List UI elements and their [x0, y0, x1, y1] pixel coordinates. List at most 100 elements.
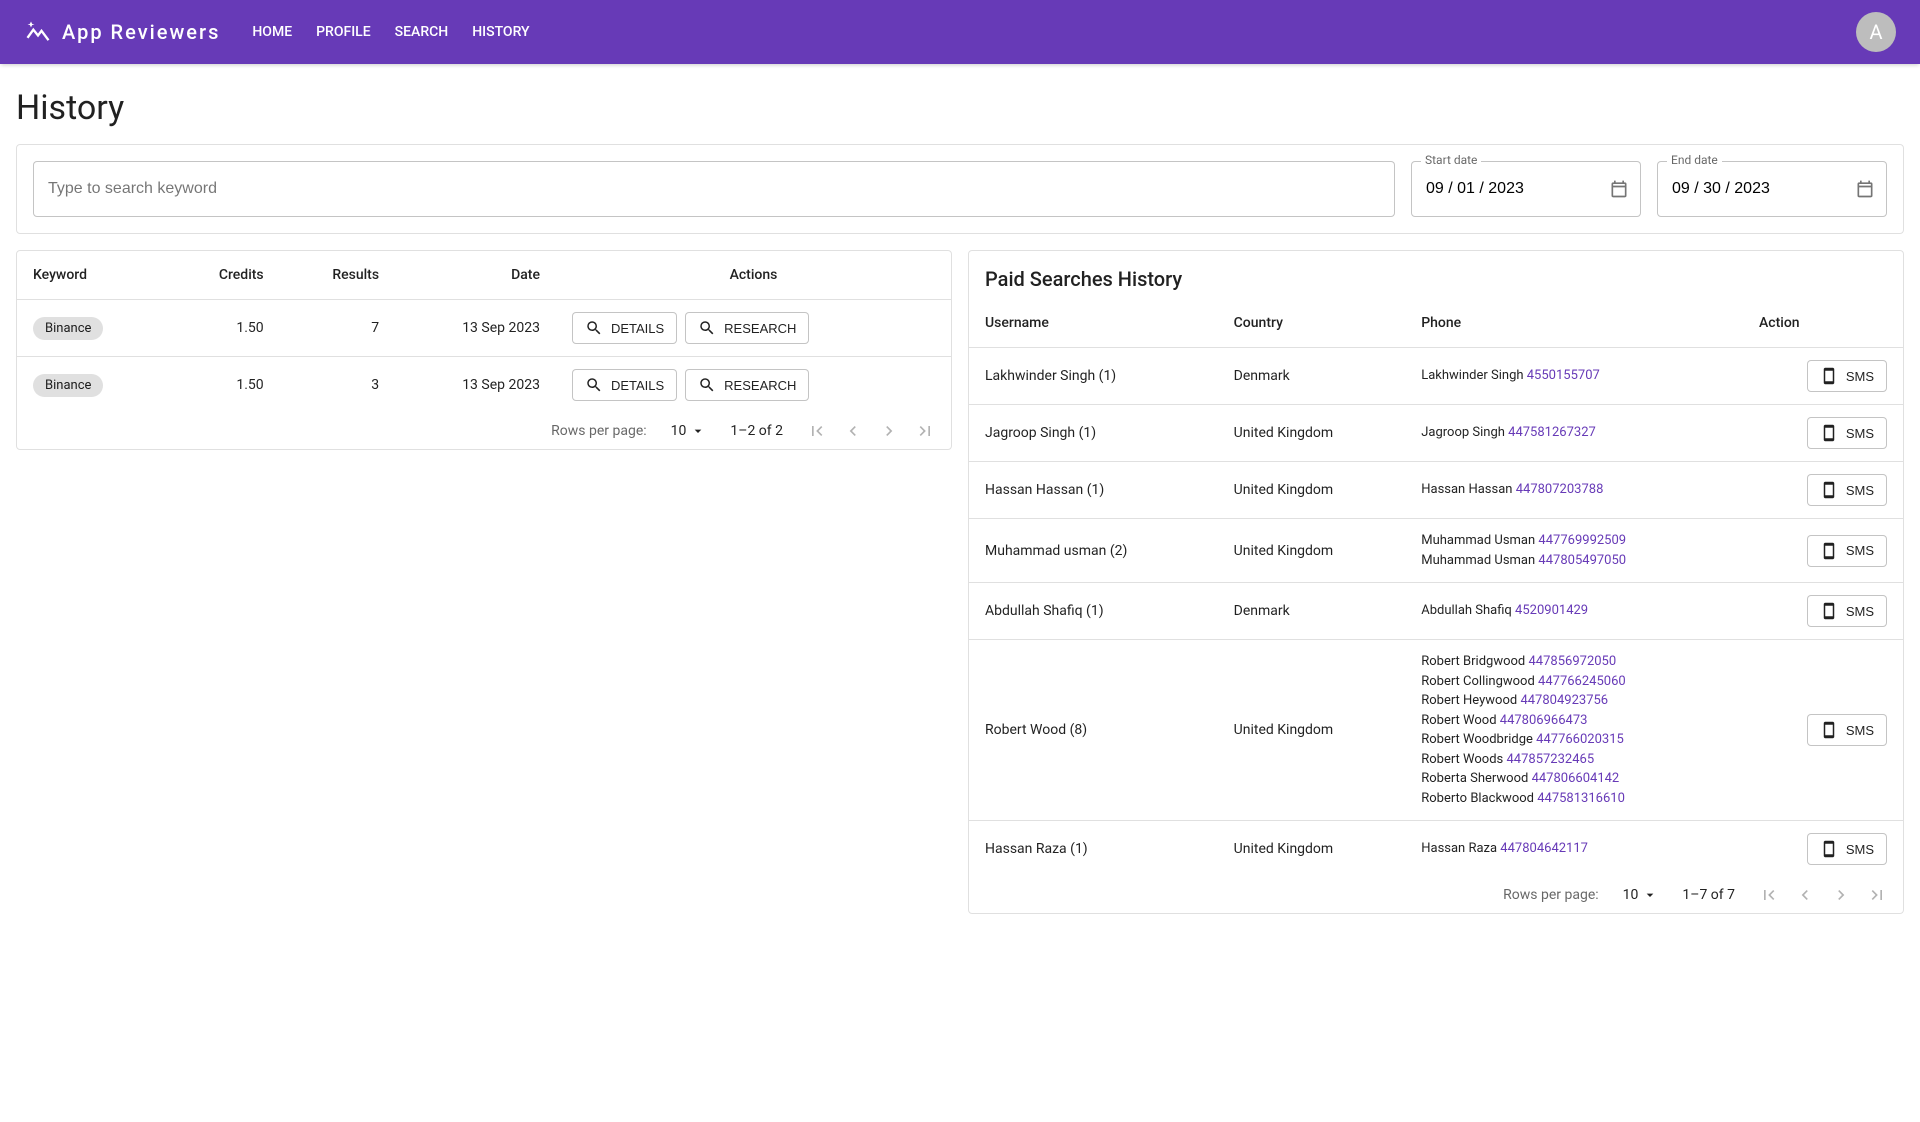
phone-number[interactable]: 447807203788 — [1516, 482, 1604, 497]
phone-number[interactable]: 447766245060 — [1538, 674, 1626, 689]
sms-button[interactable]: SMS — [1807, 595, 1887, 627]
phone-number[interactable]: 4550155707 — [1527, 368, 1600, 383]
phone-number[interactable]: 447769992509 — [1538, 533, 1626, 548]
phone-entry: Robert Woodbridge 447766020315 — [1421, 730, 1727, 750]
start-date-input[interactable] — [1411, 161, 1641, 217]
keyword-table: Keyword Credits Results Date Actions Bin… — [17, 251, 951, 413]
chevron-down-icon — [690, 423, 706, 439]
nav-search[interactable]: SEARCH — [387, 18, 457, 46]
table-row: Hassan Hassan (1) United Kingdom Hassan … — [969, 462, 1903, 519]
pager-last[interactable] — [915, 421, 935, 441]
nav-history[interactable]: HISTORY — [464, 18, 537, 46]
username-cell: Lakhwinder Singh (1) — [969, 348, 1218, 405]
paid-table: Username Country Phone Action Lakhwinder… — [969, 299, 1903, 877]
phone-number[interactable]: 447806604142 — [1532, 771, 1620, 786]
pager-first[interactable] — [807, 421, 827, 441]
phone-entry: Roberto Blackwood 447581316610 — [1421, 789, 1727, 809]
nav-links: HOME PROFILE SEARCH HISTORY — [244, 18, 537, 46]
sms-button[interactable]: SMS — [1807, 714, 1887, 746]
phone-number[interactable]: 4520901429 — [1515, 603, 1588, 618]
credits-cell: 1.50 — [167, 300, 280, 357]
end-date-input[interactable] — [1657, 161, 1887, 217]
phone-number[interactable]: 447805497050 — [1538, 553, 1626, 568]
phone-entry: Robert Heywood 447804923756 — [1421, 691, 1727, 711]
table-row: Abdullah Shafiq (1) Denmark Abdullah Sha… — [969, 583, 1903, 640]
country-cell: Denmark — [1218, 583, 1406, 640]
country-cell: United Kingdom — [1218, 821, 1406, 878]
rows-per-page-select[interactable]: 10 — [1623, 887, 1659, 903]
phone-entry: Abdullah Shafiq 4520901429 — [1421, 601, 1727, 621]
pager-next[interactable] — [1831, 885, 1851, 905]
table-row: Binance 1.50 3 13 Sep 2023 DETAILS RESEA… — [17, 357, 951, 414]
avatar[interactable]: A — [1856, 12, 1896, 52]
pager-first[interactable] — [1759, 885, 1779, 905]
table-row: Muhammad usman (2) United Kingdom Muhamm… — [969, 519, 1903, 583]
page-title: History — [16, 88, 1904, 128]
col-results: Results — [280, 251, 395, 300]
pager-next[interactable] — [879, 421, 899, 441]
username-cell: Muhammad usman (2) — [969, 519, 1218, 583]
phone-cell: Lakhwinder Singh 4550155707 — [1405, 348, 1743, 405]
phone-number[interactable]: 447766020315 — [1536, 732, 1624, 747]
research-button[interactable]: RESEARCH — [685, 369, 809, 401]
table-row: Binance 1.50 7 13 Sep 2023 DETAILS RESEA… — [17, 300, 951, 357]
rows-per-page-label: Rows per page: — [551, 423, 646, 439]
phone-cell: Abdullah Shafiq 4520901429 — [1405, 583, 1743, 640]
col-phone: Phone — [1405, 299, 1743, 348]
pager-last[interactable] — [1867, 885, 1887, 905]
pager-range: 1–2 of 2 — [730, 423, 783, 439]
research-button[interactable]: RESEARCH — [685, 312, 809, 344]
col-keyword: Keyword — [17, 251, 167, 300]
logo-icon — [24, 18, 52, 46]
filter-card: Start date End date — [16, 144, 1904, 234]
country-cell: United Kingdom — [1218, 462, 1406, 519]
username-cell: Hassan Raza (1) — [969, 821, 1218, 878]
pager-prev[interactable] — [1795, 885, 1815, 905]
table-row: Lakhwinder Singh (1) Denmark Lakhwinder … — [969, 348, 1903, 405]
username-cell: Jagroop Singh (1) — [969, 405, 1218, 462]
sms-button[interactable]: SMS — [1807, 417, 1887, 449]
start-date-label: Start date — [1421, 153, 1481, 167]
sms-button[interactable]: SMS — [1807, 360, 1887, 392]
pager-prev[interactable] — [843, 421, 863, 441]
rows-per-page-select[interactable]: 10 — [671, 423, 707, 439]
results-cell: 7 — [280, 300, 395, 357]
keyword-pager: Rows per page: 10 1–2 of 2 — [17, 413, 951, 449]
sms-button[interactable]: SMS — [1807, 833, 1887, 865]
phone-number[interactable]: 447804923756 — [1520, 693, 1608, 708]
phone-entry: Robert Wood 447806966473 — [1421, 711, 1727, 731]
phone-entry: Hassan Raza 447804642117 — [1421, 839, 1727, 859]
phone-cell: Robert Bridgwood 447856972050Robert Coll… — [1405, 640, 1743, 821]
phone-number[interactable]: 447856972050 — [1529, 654, 1617, 669]
nav-home[interactable]: HOME — [244, 18, 300, 46]
country-cell: United Kingdom — [1218, 519, 1406, 583]
end-date-label: End date — [1667, 153, 1722, 167]
paid-title: Paid Searches History — [969, 267, 1903, 299]
phone-number[interactable]: 447806966473 — [1500, 713, 1588, 728]
keyword-history-card: Keyword Credits Results Date Actions Bin… — [16, 250, 952, 450]
phone-entry: Muhammad Usman 447805497050 — [1421, 551, 1727, 571]
pager-range: 1–7 of 7 — [1682, 887, 1735, 903]
table-row: Robert Wood (8) United Kingdom Robert Br… — [969, 640, 1903, 821]
phone-entry: Jagroop Singh 447581267327 — [1421, 423, 1727, 443]
paid-searches-card: Paid Searches History Username Country P… — [968, 250, 1904, 914]
search-input[interactable] — [33, 161, 1395, 217]
date-cell: 13 Sep 2023 — [395, 300, 556, 357]
col-credits: Credits — [167, 251, 280, 300]
col-action: Action — [1743, 299, 1903, 348]
sms-button[interactable]: SMS — [1807, 474, 1887, 506]
sms-button[interactable]: SMS — [1807, 535, 1887, 567]
nav-profile[interactable]: PROFILE — [308, 18, 379, 46]
phone-cell: Hassan Hassan 447807203788 — [1405, 462, 1743, 519]
country-cell: Denmark — [1218, 348, 1406, 405]
phone-number[interactable]: 447581316610 — [1537, 791, 1625, 806]
country-cell: United Kingdom — [1218, 405, 1406, 462]
details-button[interactable]: DETAILS — [572, 312, 677, 344]
details-button[interactable]: DETAILS — [572, 369, 677, 401]
chevron-down-icon — [1642, 887, 1658, 903]
brand-name: App Reviewers — [62, 20, 220, 44]
phone-entry: Robert Bridgwood 447856972050 — [1421, 652, 1727, 672]
phone-number[interactable]: 447804642117 — [1500, 841, 1588, 856]
phone-number[interactable]: 447581267327 — [1508, 425, 1596, 440]
phone-number[interactable]: 447857232465 — [1506, 752, 1594, 767]
